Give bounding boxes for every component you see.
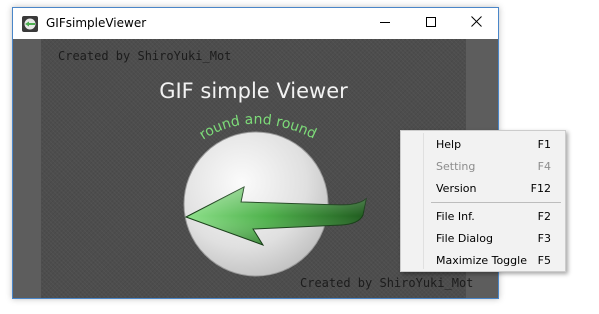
context-menu: Help F1 Setting F4 Version F12 File Inf.… bbox=[400, 130, 566, 272]
menu-item-shortcut: F1 bbox=[537, 138, 551, 151]
menu-item-shortcut: F5 bbox=[537, 254, 551, 267]
close-button[interactable] bbox=[453, 8, 499, 38]
menu-item-shortcut: F2 bbox=[537, 210, 551, 223]
menu-item-version[interactable]: Version F12 bbox=[403, 178, 563, 200]
menu-item-maximize-toggle[interactable]: Maximize Toggle F5 bbox=[403, 250, 563, 272]
menu-item-help[interactable]: Help F1 bbox=[403, 134, 563, 156]
menu-item-label: Maximize Toggle bbox=[436, 254, 527, 267]
menu-item-setting[interactable]: Setting F4 bbox=[403, 156, 563, 178]
maximize-icon bbox=[426, 14, 436, 32]
credit-bottom: Created by ShiroYuki_Mot bbox=[300, 276, 474, 290]
menu-item-shortcut: F12 bbox=[530, 182, 551, 195]
minimize-button[interactable] bbox=[362, 8, 408, 38]
menu-item-file-dialog[interactable]: File Dialog F3 bbox=[403, 228, 563, 250]
menu-item-label: File Dialog bbox=[436, 232, 493, 245]
maximize-button[interactable] bbox=[408, 8, 454, 38]
close-icon bbox=[470, 14, 482, 32]
menu-separator bbox=[431, 202, 561, 203]
menu-item-label: Help bbox=[436, 138, 462, 151]
title-bar[interactable]: GIFsimpleViewer bbox=[13, 8, 498, 39]
window-title: GIFsimpleViewer bbox=[46, 16, 147, 30]
app-icon[interactable] bbox=[22, 16, 38, 32]
menu-item-label: Version bbox=[436, 182, 477, 195]
menu-item-shortcut: F3 bbox=[537, 232, 551, 245]
menu-item-label: Setting bbox=[436, 160, 476, 173]
menu-item-label: File Inf. bbox=[436, 210, 475, 223]
menu-item-file-inf[interactable]: File Inf. F2 bbox=[403, 206, 563, 228]
menu-item-shortcut: F4 bbox=[537, 160, 551, 173]
minimize-icon bbox=[380, 14, 390, 32]
